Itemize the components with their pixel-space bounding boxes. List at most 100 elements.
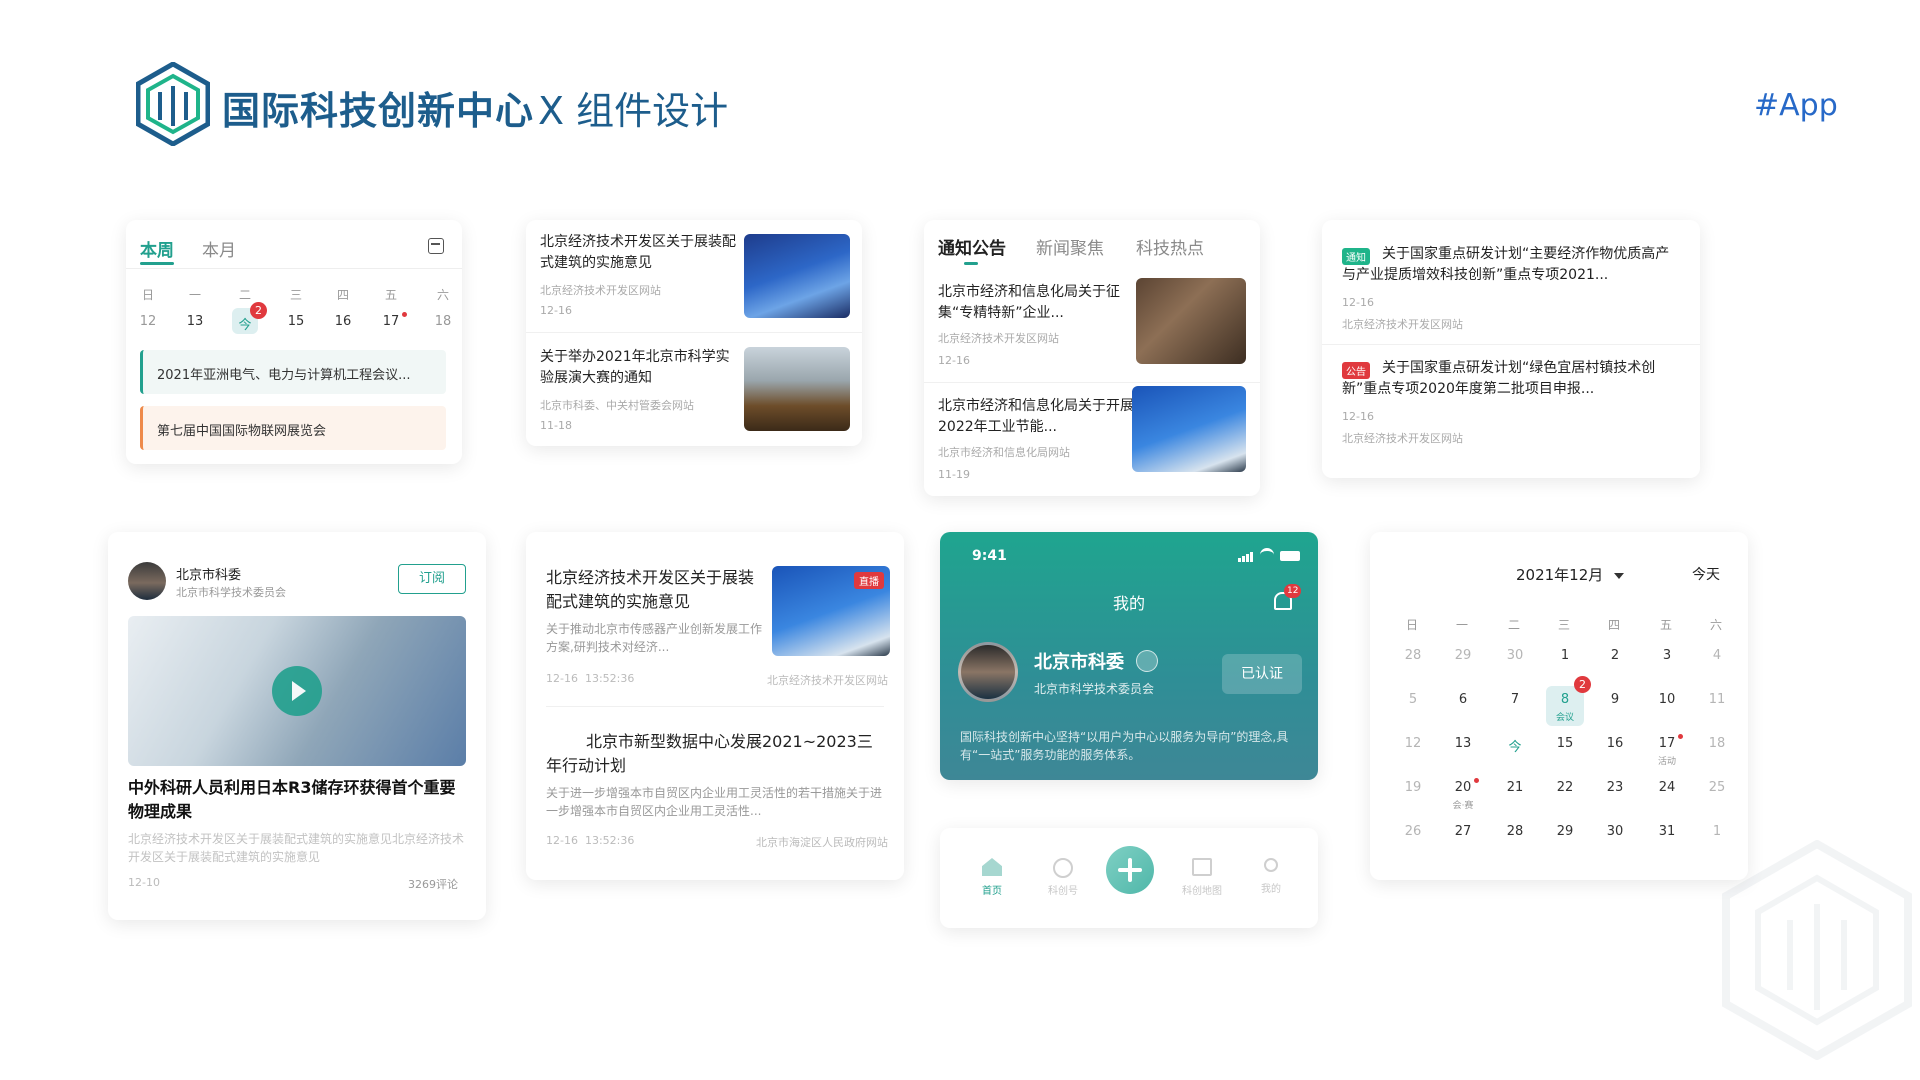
day-cell[interactable]: 30 [1595, 824, 1635, 839]
event-dot [1678, 734, 1683, 739]
notice-item[interactable]: 北京市经济和信息化局关于征集“专精特新”企业... 北京经济技术开发区网站 12… [924, 272, 1260, 382]
day-cell[interactable]: 18 [423, 314, 462, 329]
day-cell[interactable]: 11 [1697, 692, 1737, 707]
news-item[interactable]: 北京经济技术开发区关于展装配式建筑的实施意见 关于推动北京市传感器产业创新发展工… [526, 532, 904, 704]
verified-button[interactable]: 已认证 [1222, 654, 1302, 694]
battery-icon [1280, 551, 1300, 561]
notice-date: 12-16 [938, 354, 970, 367]
tabbar-label: 首页 [982, 886, 1002, 897]
day-note: 活动 [1657, 757, 1676, 767]
day-cell[interactable]: 4 [1697, 648, 1737, 663]
day-cell[interactable]: 13 [175, 314, 215, 329]
day-cell[interactable]: 1 [1545, 648, 1585, 663]
news-title: 北京市新型数据中心发展2021~2023三年行动计划 [546, 732, 873, 775]
day-cell[interactable]: 今 [1495, 736, 1535, 755]
event-item[interactable]: 第七届中国国际物联网展览会 [140, 406, 446, 450]
tab-this-month[interactable]: 本月 [202, 236, 236, 261]
tabbar-item-mine[interactable]: 我的 [1246, 852, 1296, 902]
subscribe-button[interactable]: 订阅 [398, 564, 466, 594]
weekday-fri: 五 [384, 288, 397, 302]
day-cell[interactable]: 8 [1545, 692, 1585, 707]
news-item[interactable]: 关于举办2021年北京市科学实验展演大赛的通知 北京市科委、中关村管委会网站 1… [526, 333, 862, 445]
profile-avatar[interactable] [958, 642, 1018, 702]
compass-icon [1053, 858, 1073, 878]
day-cell[interactable]: 10 [1647, 692, 1687, 707]
news-source: 北京市海淀区人民政府网站 [756, 836, 888, 849]
weekday-tue: 二 [238, 288, 251, 302]
tab-news-focus[interactable]: 新闻聚焦 [1036, 234, 1104, 259]
day-cell[interactable]: 13 [1443, 736, 1483, 751]
day-cell[interactable]: 12 [1393, 736, 1433, 751]
month-calendar-card: 2021年12月 今天 日一二三四五六 28 29 30 1 2 3 4 5 6 7 8 9 10 11 12… [1370, 532, 1748, 880]
news-item[interactable]: 北京经济技术开发区关于展装配式建筑的实施意见 北京经济技术开发区网站 12-16 [526, 220, 862, 332]
day-cell[interactable]: 3 [1647, 648, 1687, 663]
day-cell[interactable]: 9 [1595, 692, 1635, 707]
day-cell[interactable]: 7 [1495, 692, 1535, 707]
author-name[interactable]: 北京市科委 [176, 564, 241, 583]
profile-name: 北京市科委 [1034, 652, 1124, 673]
avatar[interactable] [128, 562, 166, 600]
comment-count[interactable]: 3269评论 [408, 876, 458, 892]
policy-date: 12-16 [1342, 410, 1374, 423]
day-cell[interactable]: 12 [128, 314, 168, 329]
tabbar-label: 我的 [1261, 884, 1281, 895]
day-cell[interactable]: 15 [276, 314, 316, 329]
post-date: 12-10 [128, 876, 160, 889]
day-cell[interactable]: 18 [1697, 736, 1737, 751]
day-cell[interactable]: 22 [1545, 780, 1585, 795]
policy-item[interactable]: 公告 关于国家重点研发计划“绿色宜居村镇技术创新”重点专项2020年度第二批项目… [1322, 346, 1700, 470]
day-cell[interactable]: 31 [1647, 824, 1687, 839]
day-cell[interactable]: 25 [1697, 780, 1737, 795]
calendar-icon[interactable] [428, 238, 444, 254]
news-thumbnail [744, 347, 850, 431]
day-cell[interactable]: 19 [1393, 780, 1433, 795]
day-cell[interactable]: 15 [1545, 736, 1585, 751]
add-button[interactable] [1106, 846, 1154, 894]
policy-source: 北京经济技术开发区网站 [1342, 432, 1463, 445]
day-cell[interactable]: 2 [1595, 648, 1635, 663]
edit-icon[interactable] [1136, 650, 1158, 672]
day-cell[interactable]: 16 [323, 314, 363, 329]
weekday-label: 五 [1659, 618, 1672, 632]
tab-notice[interactable]: 通知公告 [938, 234, 1006, 259]
news-title: 北京经济技术开发区关于展装配式建筑的实施意见 [546, 568, 755, 611]
tabbar-item-map[interactable]: 科创地图 [1172, 852, 1232, 902]
profile-description: 国际科技创新中心坚持“以用户为中心以服务为导向”的理念,具有“一站式”服务功能的… [960, 730, 1289, 762]
day-cell[interactable]: 29 [1443, 648, 1483, 663]
day-cell[interactable]: 30 [1495, 648, 1535, 663]
day-cell[interactable]: 29 [1545, 824, 1585, 839]
notice-item[interactable]: 北京市经济和信息化局关于开展2022年工业节能... 北京市经济和信息化局网站 … [924, 386, 1260, 496]
day-cell[interactable]: 26 [1393, 824, 1433, 839]
day-cell[interactable]: 5 [1393, 692, 1433, 707]
news-date: 11-18 [540, 419, 572, 432]
video-thumbnail[interactable] [128, 616, 466, 766]
policy-item[interactable]: 通知 关于国家重点研发计划“主要经济作物优质高产与产业提质增效科技创新”重点专项… [1322, 220, 1700, 344]
day-cell[interactable]: 6 [1443, 692, 1483, 707]
tabbar-item-home[interactable]: 首页 [970, 852, 1014, 902]
tab-this-week[interactable]: 本周 [140, 236, 174, 261]
page-title: 我的 [1112, 594, 1145, 613]
day-note: 会议 [1555, 713, 1574, 723]
tabbar-item-kechuanghao[interactable]: 科创号 [1038, 852, 1088, 902]
notice-title: 北京市经济和信息化局关于开展2022年工业节能... [938, 398, 1134, 435]
day-cell[interactable]: 28 [1495, 824, 1535, 839]
day-cell[interactable]: 28 [1393, 648, 1433, 663]
day-cell[interactable]: 24 [1647, 780, 1687, 795]
news-description: 关于进一步增强本市自贸区内企业用工灵活性的若干措施关于进一步增强本市自贸区内企业… [546, 786, 883, 818]
event-item[interactable]: 2021年亚洲电气、电力与计算机工程会议... [140, 350, 446, 394]
play-icon[interactable] [272, 666, 322, 716]
news-list-card: 北京经济技术开发区关于展装配式建筑的实施意见 北京经济技术开发区网站 12-16… [526, 220, 862, 446]
day-cell[interactable]: 23 [1595, 780, 1635, 795]
news-thumbnail: 直播 [772, 566, 890, 656]
tab-tech-hotspot[interactable]: 科技热点 [1136, 234, 1204, 259]
notice-date: 11-19 [938, 468, 970, 481]
video-post-card[interactable]: 北京市科委 北京市科学技术委员会 订阅 中外科研人员利用日本R3储存环获得首个重… [108, 532, 486, 920]
day-cell[interactable]: 16 [1595, 736, 1635, 751]
news-item[interactable]: 北京市新型数据中心发展2021~2023三年行动计划 关于进一步增强本市自贸区内… [526, 708, 904, 878]
day-cell[interactable]: 1 [1697, 824, 1737, 839]
day-cell[interactable]: 27 [1443, 824, 1483, 839]
page-subtitle: X 组件设计 [538, 89, 729, 133]
post-title[interactable]: 中外科研人员利用日本R3储存环获得首个重要物理成果 [128, 776, 466, 824]
news-description: 关于推动北京市传感器产业创新发展工作方案,研判技术对经济... [546, 622, 763, 654]
day-cell[interactable]: 21 [1495, 780, 1535, 795]
